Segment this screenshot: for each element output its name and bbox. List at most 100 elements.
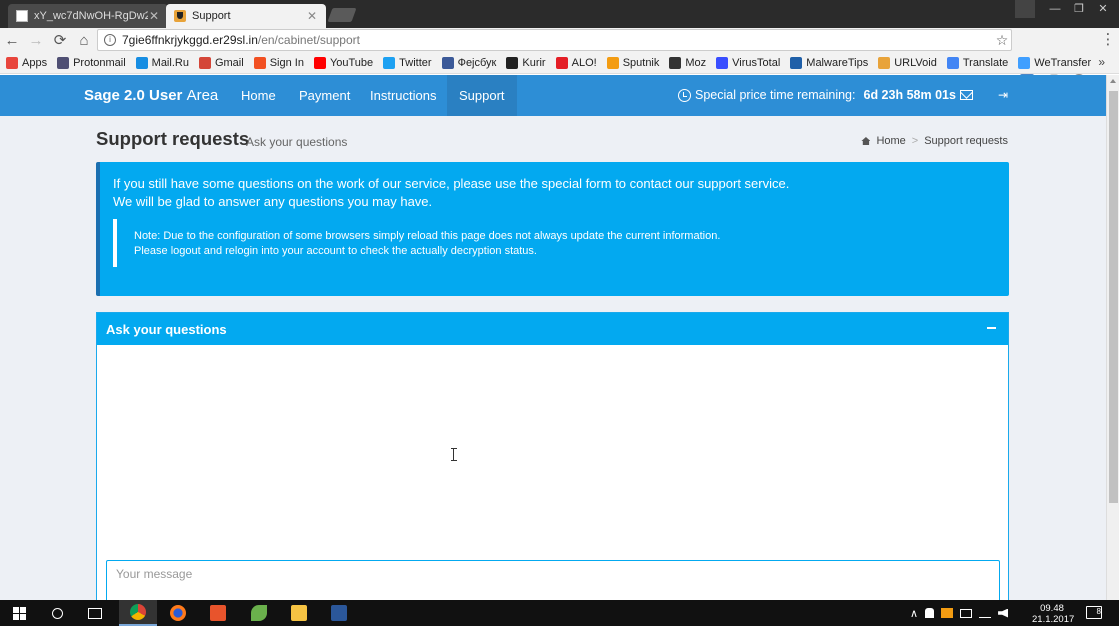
breadcrumb-current: Support requests [924,135,1008,147]
bookmark-item[interactable]: MalwareTips [790,56,868,69]
back-button[interactable]: ← [0,32,24,49]
nav-home[interactable]: Home [229,75,288,116]
reload-button[interactable]: ⟳ [48,31,72,49]
leaf-app-icon [251,605,267,621]
new-tab-button[interactable] [327,8,357,22]
nav-payment[interactable]: Payment [287,75,362,116]
network-icon[interactable] [960,608,973,618]
tab-close-icon[interactable]: ✕ [148,9,160,23]
clock-time: 09.48 [1040,603,1064,614]
ime-icon[interactable] [979,609,992,618]
start-button[interactable] [0,600,38,626]
bookmark-item[interactable]: Twitter [383,56,432,69]
bookmark-item[interactable]: Mail.Ru [135,56,189,69]
site-navbar: Sage 2.0 User Area Home Payment Instruct… [0,75,1106,116]
nav-support[interactable]: Support [447,75,517,116]
bookmark-item[interactable]: Kurir [506,56,546,69]
bookmark-item[interactable]: Фејсбук [441,56,497,69]
taskbar-firefox[interactable] [159,600,197,626]
microsoft-icon [253,56,266,69]
profile-icon[interactable] [1015,0,1035,18]
brand-logo[interactable]: Sage 2.0 User Area [84,87,218,104]
tab-close-icon[interactable]: ✕ [306,9,318,23]
page-title: Support requests [96,128,250,149]
bookmark-item[interactable]: YouTube [313,56,373,69]
virustotal-icon [716,56,729,69]
notification-center-icon[interactable]: 8 [1086,606,1102,619]
bookmark-label: Mail.Ru [151,56,189,69]
taskbar-chrome[interactable] [119,600,157,626]
home-button[interactable]: ⌂ [72,32,96,49]
note-line2: Please logout and relogin into your acco… [134,245,537,257]
bookmark-item[interactable]: Moz [669,56,706,69]
bookmark-item[interactable]: Gmail [198,56,244,69]
urlvoid-icon [878,56,891,69]
text-cursor-icon [451,448,459,461]
taskbar-leaf-app[interactable] [240,600,278,626]
person-icon[interactable] [925,608,935,618]
panel-title: Ask your questions [106,321,227,337]
bookmark-label: ALO! [571,56,597,69]
bookmark-star-icon[interactable]: ☆ [993,32,1011,49]
bookmark-label: Фејсбук [457,56,497,69]
url-text: 7gie6ffnkrjykggd.er29sl.in/en/cabinet/su… [122,33,360,47]
taskbar-clock[interactable]: 09.48 21.1.2017 [1032,603,1074,625]
taskbar-word[interactable] [320,600,358,626]
bookmark-item[interactable]: WeTransfer [1018,56,1092,69]
scrollbar-thumb[interactable] [1109,91,1118,503]
minimize-button[interactable]: — [1043,0,1067,18]
apps-icon [6,56,18,69]
browser-tab-support[interactable]: Support ✕ [166,4,326,28]
document-icon [16,10,28,22]
bookmarks-bar: Apps Protonmail Mail.Ru Gmail Sign In YouTube… [0,52,1119,74]
note-line1: Note: Due to the configuration of some b… [134,230,721,242]
info-alert: If you still have some questions on the … [96,162,1009,296]
chrome-menu-icon[interactable]: ⋮ [1096,30,1119,48]
tray-expand-icon[interactable]: ∧ [910,607,918,620]
alert-text-line2: We will be glad to answer any questions … [113,194,433,209]
bookmark-item[interactable]: Sputnik [606,56,659,69]
address-bar[interactable]: i 7gie6ffnkrjykggd.er29sl.in/en/cabinet/… [97,29,1012,51]
bookmark-item[interactable]: ALO! [555,56,597,69]
logout-icon[interactable]: ⇥ [996,88,1010,102]
bookmark-item[interactable]: Sign In [253,56,304,69]
bookmark-label: WeTransfer [1034,56,1092,69]
browser-toolbar: ← → ⟳ ⌂ i 7gie6ffnkrjykggd.er29sl.in/en/… [0,28,1119,75]
browser-tab-inactive[interactable]: xY_wc7dNwOH-RgDw2P ✕ [8,4,168,28]
taskbar-file-explorer[interactable] [280,600,318,626]
breadcrumb-home[interactable]: Home [876,135,905,147]
tab-title: Support [192,10,231,22]
search-button[interactable] [38,600,76,626]
bookmark-item[interactable]: Translate [946,56,1009,69]
collapse-icon[interactable] [987,327,996,329]
taskbar-c-app[interactable] [199,600,237,626]
page-scrollbar[interactable] [1106,75,1119,600]
bookmarks-more-icon[interactable]: » [1098,55,1105,69]
edit-icon[interactable] [941,608,954,618]
price-timer: Special price time remaining: 6d 23h 58m… [678,88,956,102]
clock-icon [678,88,691,102]
malwaretips-icon [790,56,803,69]
close-window-button[interactable]: ✕ [1091,0,1115,18]
bookmark-item[interactable]: Protonmail [57,56,126,69]
breadcrumb-separator: > [911,135,919,147]
bookmark-label: Gmail [214,56,244,69]
alert-text-line1: If you still have some questions on the … [113,176,790,191]
site-info-icon[interactable]: i [104,34,116,46]
file-explorer-icon [291,605,307,621]
bookmark-label: Translate [962,56,1009,69]
bookmark-item[interactable]: VirusTotal [716,56,780,69]
mail-icon[interactable] [960,90,973,100]
bookmark-item[interactable]: URLVoid [878,56,937,69]
twitter-icon [383,56,396,69]
restore-button[interactable]: ❐ [1067,0,1091,18]
scroll-up-icon[interactable] [1110,79,1116,83]
bookmark-label: Twitter [399,56,432,69]
volume-icon[interactable] [998,608,1009,618]
forward-button[interactable]: → [24,32,48,49]
nav-instructions[interactable]: Instructions [358,75,448,116]
translate-icon [946,56,959,69]
bookmark-item[interactable]: Apps [6,56,47,69]
c-app-icon [210,605,226,621]
task-view-button[interactable] [76,600,114,626]
